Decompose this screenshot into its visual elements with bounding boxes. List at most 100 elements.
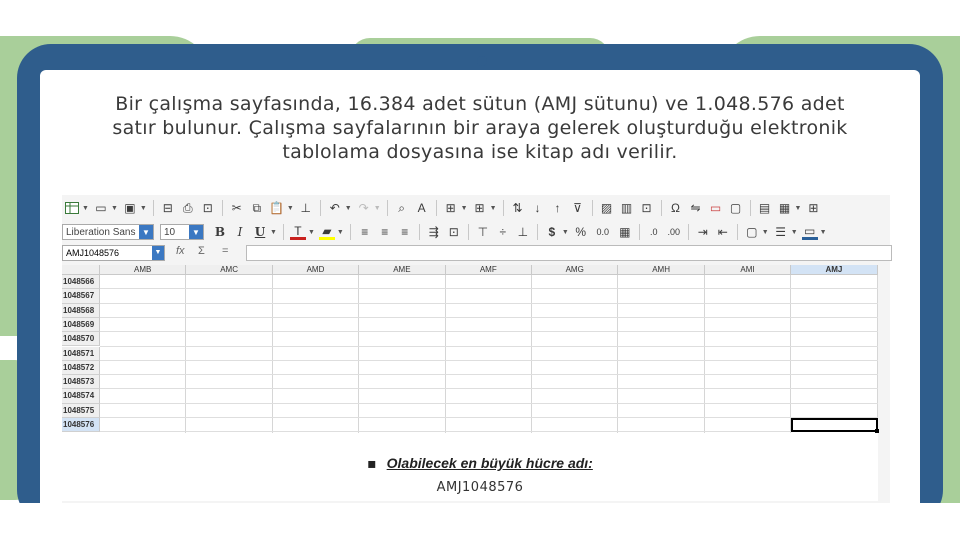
chevron-down-icon[interactable]: ▼ — [562, 229, 569, 236]
define-print-area-icon[interactable]: ▤ — [757, 200, 773, 216]
spelling-icon[interactable]: A — [414, 200, 430, 216]
fill-handle[interactable] — [874, 429, 879, 434]
print-preview-icon[interactable]: ⊡ — [200, 200, 216, 216]
function-wizard-icon[interactable]: fx — [176, 245, 185, 257]
borders-icon[interactable]: ▢ — [744, 224, 760, 240]
active-cell[interactable] — [791, 418, 878, 433]
font-name-combo[interactable]: Liberation Sans ▼ — [62, 224, 154, 240]
equals-icon[interactable]: = — [222, 245, 228, 257]
align-top-icon[interactable]: ⊤ — [475, 224, 491, 240]
row-header[interactable]: 1048571 — [62, 346, 100, 361]
pivot-icon[interactable]: ⊡ — [639, 200, 655, 216]
header-footer-icon[interactable]: ▢ — [728, 200, 744, 216]
align-bottom-icon[interactable]: ⊥ — [515, 224, 531, 240]
column-header[interactable]: AMF — [445, 265, 532, 275]
row-header[interactable]: 1048576 — [62, 418, 100, 433]
chevron-down-icon[interactable]: ▼ — [791, 229, 798, 236]
date-icon[interactable]: ▦ — [617, 224, 633, 240]
export-pdf-icon[interactable]: ⊟ — [160, 200, 176, 216]
name-box[interactable]: AMJ1048576 ▼ — [62, 245, 165, 261]
chevron-down-icon[interactable]: ▼ — [337, 229, 344, 236]
delete-decimal-icon[interactable]: .00 — [666, 224, 682, 240]
sum-icon[interactable]: Σ — [198, 245, 205, 257]
hyperlink-icon[interactable]: ⇋ — [688, 200, 704, 216]
chevron-down-icon[interactable]: ▼ — [152, 246, 164, 260]
number-icon[interactable]: 0.0 — [593, 224, 613, 240]
column-header[interactable]: AMC — [186, 265, 273, 275]
undo-icon[interactable]: ↶ — [327, 200, 343, 216]
align-left-icon[interactable]: ≡ — [357, 224, 373, 240]
sort-asc-icon[interactable]: ↓ — [530, 200, 546, 216]
chevron-down-icon[interactable]: ▼ — [140, 205, 147, 212]
wrap-icon[interactable]: ⇶ — [426, 224, 442, 240]
find-icon[interactable]: ⌕ — [394, 200, 410, 216]
currency-icon[interactable]: $ — [544, 224, 560, 240]
special-char-icon[interactable]: Ω — [668, 200, 684, 216]
column-header[interactable]: AME — [359, 265, 446, 275]
copy-icon[interactable]: ⧉ — [249, 200, 265, 216]
chevron-down-icon[interactable]: ▼ — [270, 229, 277, 236]
chevron-down-icon[interactable]: ▼ — [189, 225, 203, 239]
chevron-down-icon[interactable]: ▼ — [287, 205, 294, 212]
italic-icon[interactable]: I — [232, 224, 248, 240]
row-header[interactable]: 1048574 — [62, 389, 100, 404]
highlight-icon[interactable]: ▰ — [318, 224, 335, 240]
chevron-down-icon[interactable]: ▼ — [795, 205, 802, 212]
row-header[interactable]: 1048567 — [62, 289, 100, 304]
font-size-combo[interactable]: 10 ▼ — [160, 224, 204, 240]
column-header[interactable]: AMJ — [791, 265, 878, 275]
redo-icon[interactable]: ↷ — [356, 200, 372, 216]
autofilter-icon[interactable]: ⊽ — [570, 200, 586, 216]
font-color-icon[interactable]: T — [289, 224, 306, 240]
row-header[interactable]: 1048568 — [62, 303, 100, 318]
align-middle-icon[interactable]: ÷ — [495, 224, 511, 240]
row-header[interactable]: 1048573 — [62, 375, 100, 390]
chevron-down-icon[interactable]: ▼ — [461, 205, 468, 212]
row-header[interactable]: 1048570 — [62, 332, 100, 347]
column-icon[interactable]: ⊞ — [472, 200, 488, 216]
split-icon[interactable]: ⊞ — [805, 200, 821, 216]
chart-icon[interactable]: ▥ — [619, 200, 635, 216]
underline-icon[interactable]: U — [252, 224, 268, 240]
row-header[interactable]: 1048566 — [62, 275, 100, 290]
clone-format-icon[interactable]: ⊥ — [298, 200, 314, 216]
row-header[interactable]: 1048572 — [62, 360, 100, 376]
save-icon[interactable]: ▣ — [122, 200, 138, 216]
chevron-down-icon[interactable]: ▼ — [139, 225, 153, 239]
paste-icon[interactable]: 📋 — [269, 200, 285, 216]
freeze-icon[interactable]: ▦ — [777, 200, 793, 216]
chevron-down-icon[interactable]: ▼ — [111, 205, 118, 212]
column-header[interactable]: AMI — [704, 265, 792, 275]
comment-icon[interactable]: ▭ — [708, 200, 724, 216]
sort-icon[interactable]: ⇅ — [510, 200, 526, 216]
chevron-down-icon[interactable]: ▼ — [820, 229, 827, 236]
row-icon[interactable]: ⊞ — [443, 200, 459, 216]
image-icon[interactable]: ▨ — [599, 200, 615, 216]
column-header[interactable]: AMD — [272, 265, 360, 275]
formula-input[interactable] — [246, 245, 892, 261]
border-color-icon[interactable]: ▭ — [801, 224, 818, 240]
chevron-down-icon[interactable]: ▼ — [82, 205, 89, 212]
percent-icon[interactable]: % — [573, 224, 589, 240]
increase-indent-icon[interactable]: ⇥ — [695, 224, 711, 240]
column-header[interactable]: AMH — [618, 265, 705, 275]
chevron-down-icon[interactable]: ▼ — [374, 205, 381, 212]
chevron-down-icon[interactable]: ▼ — [762, 229, 769, 236]
decrease-indent-icon[interactable]: ⇤ — [715, 224, 731, 240]
chevron-down-icon[interactable]: ▼ — [490, 205, 497, 212]
chevron-down-icon[interactable]: ▼ — [345, 205, 352, 212]
open-icon[interactable]: ▭ — [93, 200, 109, 216]
chevron-down-icon[interactable]: ▼ — [308, 229, 315, 236]
row-header[interactable]: 1048575 — [62, 403, 100, 418]
column-header[interactable]: AMB — [100, 265, 187, 275]
align-center-icon[interactable]: ≡ — [377, 224, 393, 240]
table-icon[interactable] — [64, 200, 80, 216]
sort-desc-icon[interactable]: ↑ — [550, 200, 566, 216]
column-header[interactable]: AMG — [532, 265, 619, 275]
cut-icon[interactable]: ✂ — [229, 200, 245, 216]
align-right-icon[interactable]: ≡ — [397, 224, 413, 240]
merge-icon[interactable]: ⊡ — [446, 224, 462, 240]
add-decimal-icon[interactable]: .0 — [646, 224, 662, 240]
bold-icon[interactable]: B — [212, 224, 228, 240]
row-header[interactable]: 1048569 — [62, 317, 100, 333]
